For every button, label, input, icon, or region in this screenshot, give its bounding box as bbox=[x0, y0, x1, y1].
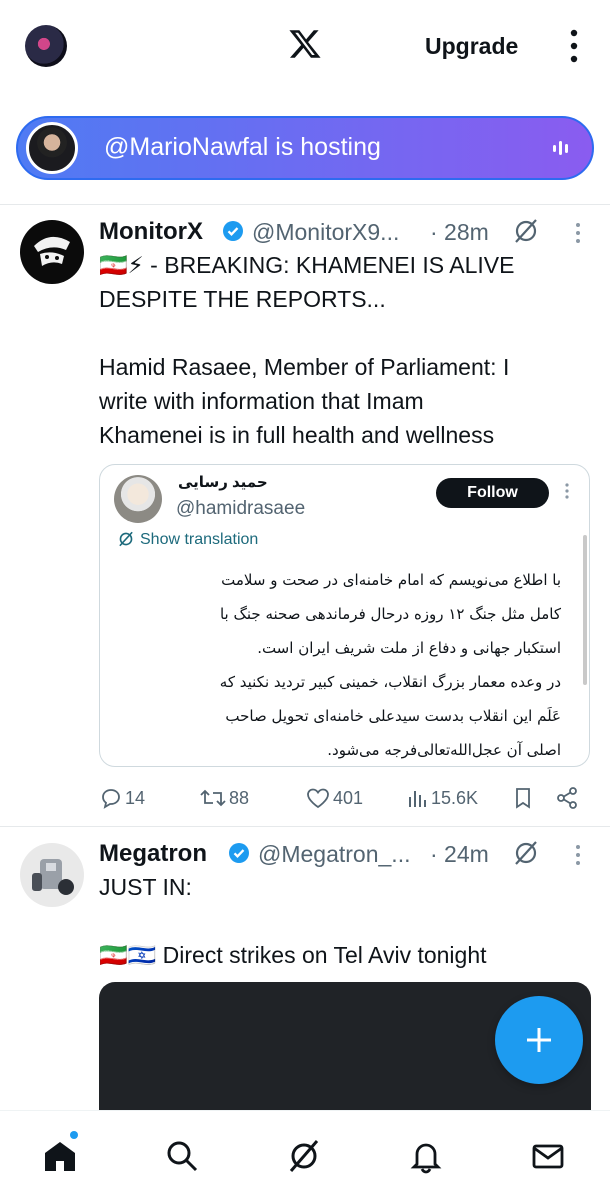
megatron-avatar-icon bbox=[32, 859, 74, 895]
quoted-text-line: استکبار جهانی و دفاع از ملت شریف ایران ا… bbox=[257, 639, 561, 657]
tweet-text-line: JUST IN: bbox=[99, 874, 192, 900]
share-icon[interactable] bbox=[555, 786, 579, 810]
tweet-author-name[interactable]: MonitorX bbox=[99, 218, 203, 246]
compose-button[interactable] bbox=[495, 996, 583, 1084]
grok-icon bbox=[119, 531, 133, 547]
reply-icon bbox=[102, 789, 120, 809]
repost-button[interactable]: 88 bbox=[199, 783, 249, 813]
tweet-author-handle[interactable]: @Megatron_... bbox=[258, 841, 410, 868]
bookmark-icon[interactable] bbox=[512, 786, 534, 810]
view-count: 15.6K bbox=[431, 787, 479, 808]
x-logo-icon[interactable] bbox=[287, 27, 323, 61]
live-space-banner[interactable]: @MarioNawfal is hosting bbox=[16, 116, 594, 180]
tweet-text-line: DESPITE THE REPORTS... bbox=[99, 286, 386, 312]
quoted-tweet-card[interactable]: حمید رسایی @hamidrasaee Follow Show tran… bbox=[99, 464, 590, 767]
tweet-time[interactable]: · 28m bbox=[430, 219, 489, 246]
mail-icon[interactable] bbox=[530, 1138, 566, 1174]
more-options-icon[interactable] bbox=[564, 28, 584, 64]
quoted-author-handle[interactable]: @hamidrasaee bbox=[176, 498, 305, 520]
views-button[interactable]: 15.6K bbox=[407, 783, 478, 813]
quoted-text-line: در وعده معمار بزرگ انقلاب، خمینی کبیر تر… bbox=[219, 673, 561, 691]
space-host-text: @MarioNawfal is hosting bbox=[104, 133, 381, 162]
verified-badge-icon bbox=[223, 221, 243, 241]
bell-icon[interactable] bbox=[408, 1138, 444, 1174]
tweet-text-line: 🇮🇷🇮🇱 Direct strikes on Tel Aviv tonight bbox=[99, 942, 487, 968]
quoted-scrollbar[interactable] bbox=[583, 535, 587, 685]
audio-bars-icon bbox=[553, 141, 568, 155]
tweet-text-line: Khamenei is in full health and wellness bbox=[99, 422, 495, 448]
host-suffix: is hosting bbox=[268, 133, 381, 161]
bottom-nav bbox=[0, 1110, 610, 1201]
plus-icon bbox=[527, 1028, 551, 1052]
top-bar: Upgrade bbox=[0, 0, 610, 96]
follow-button[interactable]: Follow bbox=[436, 478, 549, 508]
tweet-author-handle[interactable]: @MonitorX9... bbox=[252, 219, 399, 246]
divider bbox=[0, 204, 610, 205]
profile-avatar[interactable] bbox=[25, 25, 67, 67]
home-icon[interactable] bbox=[42, 1138, 78, 1174]
repost-count: 88 bbox=[229, 787, 250, 808]
repost-icon bbox=[200, 789, 226, 807]
quoted-author-avatar[interactable] bbox=[114, 475, 162, 523]
tweet-text-line: write with information that Imam bbox=[99, 388, 424, 414]
tweet-text-line: Hamid Rasaee, Member of Parliament: I bbox=[99, 354, 510, 380]
notification-dot bbox=[70, 1131, 78, 1139]
upgrade-button[interactable]: Upgrade bbox=[425, 33, 518, 60]
heart-icon bbox=[307, 788, 329, 809]
search-icon[interactable] bbox=[164, 1138, 200, 1174]
tweet-author-name[interactable]: Megatron bbox=[99, 840, 207, 868]
divider bbox=[0, 826, 610, 827]
like-button[interactable]: 401 bbox=[305, 783, 363, 813]
tweet-time[interactable]: · 24m bbox=[430, 841, 489, 868]
quoted-more-icon[interactable] bbox=[565, 483, 569, 499]
tweet-more-icon[interactable] bbox=[575, 222, 581, 244]
grok-icon[interactable] bbox=[513, 218, 539, 244]
tweet-actions: 14 88 401 15.6K bbox=[99, 783, 589, 813]
grok-icon[interactable] bbox=[513, 840, 539, 866]
quoted-text-line: اصلی آن عجل‌الله‌تعالی‌فرجه می‌شود. bbox=[327, 741, 561, 759]
show-translation-label: Show translation bbox=[140, 531, 259, 548]
views-icon bbox=[409, 791, 426, 807]
quoted-author-name[interactable]: حمید رسایی bbox=[178, 473, 268, 491]
show-translation-link[interactable]: Show translation bbox=[118, 531, 258, 549]
grok-icon[interactable] bbox=[286, 1138, 322, 1174]
host-avatar bbox=[26, 122, 78, 174]
reply-button[interactable]: 14 bbox=[99, 783, 145, 813]
quoted-text-line: با اطلاع می‌نویسم که امام خامنه‌ای در صح… bbox=[221, 571, 561, 589]
monitorx-logo-icon bbox=[34, 236, 70, 266]
tweet-more-icon[interactable] bbox=[575, 844, 581, 866]
quoted-text-line: عَلَم این انقلاب بدست سیدعلی خامنه‌ای تح… bbox=[225, 707, 561, 725]
tweet-author-avatar[interactable] bbox=[20, 220, 84, 284]
tweet-text-line: 🇮🇷⚡ - BREAKING: KHAMENEI IS ALIVE bbox=[99, 252, 515, 278]
tweet-author-avatar[interactable] bbox=[20, 843, 84, 907]
host-handle: @MarioNawfal bbox=[104, 133, 269, 161]
quoted-tweet-text: با اطلاع می‌نویسم که امام خامنه‌ای در صح… bbox=[114, 563, 561, 767]
verified-badge-icon bbox=[229, 843, 249, 863]
like-count: 401 bbox=[333, 787, 364, 808]
reply-count: 14 bbox=[125, 787, 146, 808]
quoted-text-line: کامل مثل جنگ ۱۲ روزه درحال فرماندهی صحنه… bbox=[219, 605, 561, 623]
